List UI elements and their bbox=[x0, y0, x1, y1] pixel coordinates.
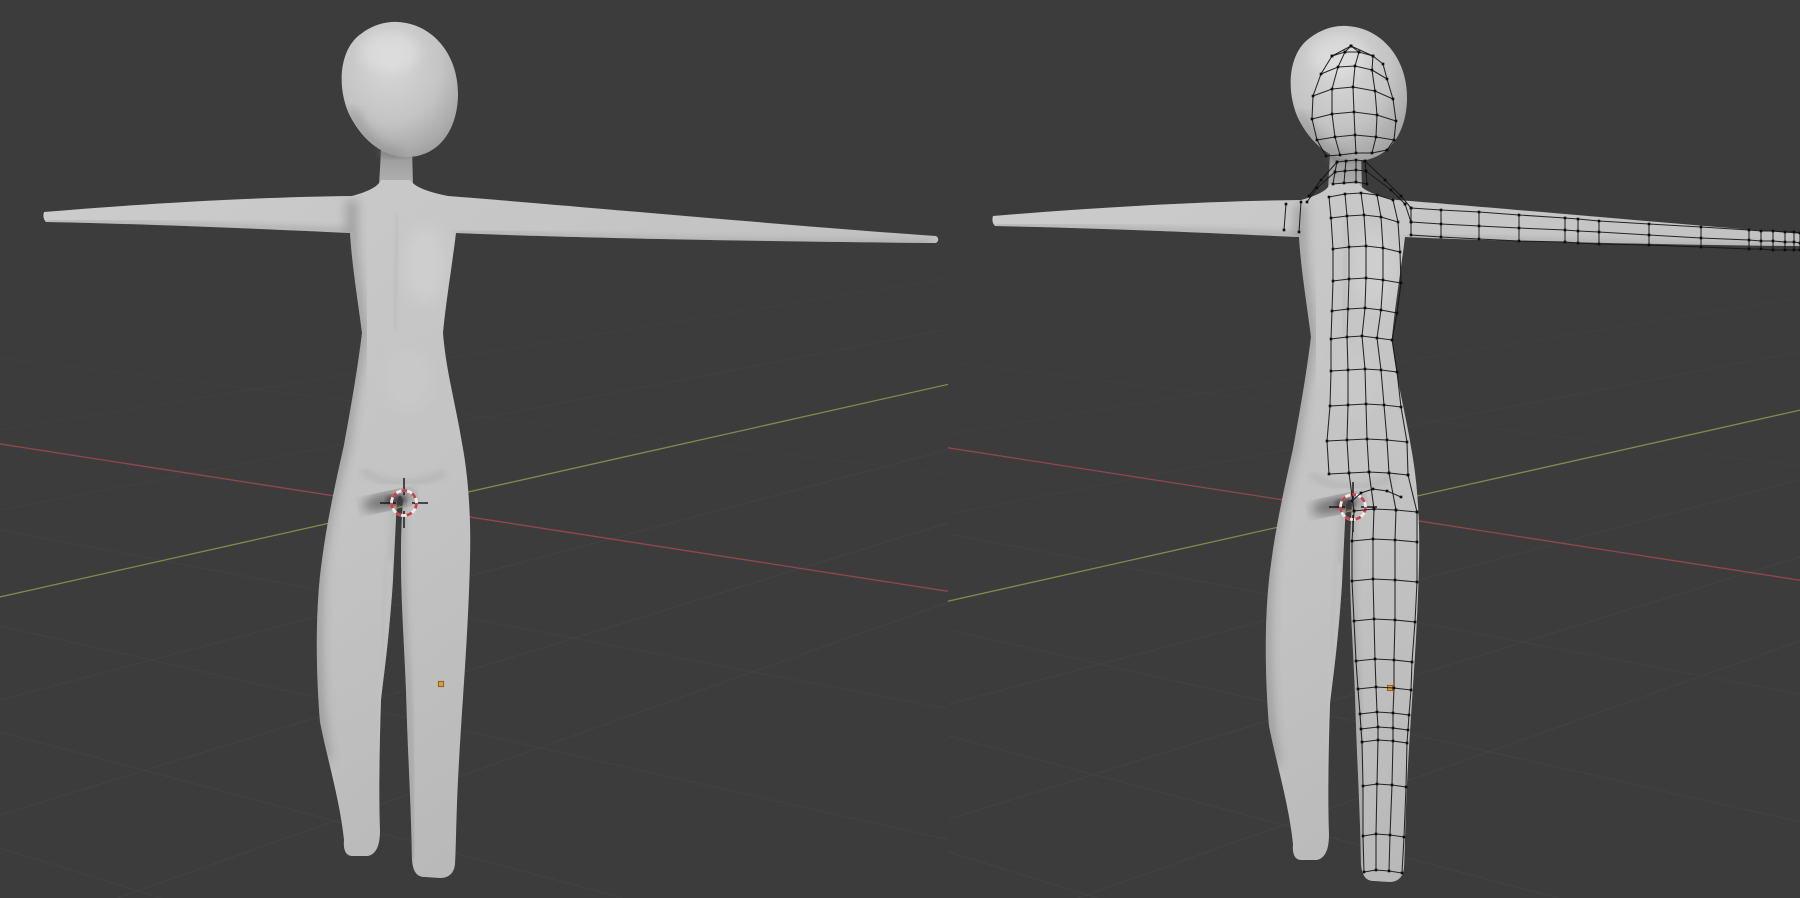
viewport-edit-mode[interactable] bbox=[948, 0, 1800, 898]
viewport-object-mode[interactable] bbox=[0, 0, 948, 898]
blender-3d-viewport bbox=[0, 0, 1800, 898]
